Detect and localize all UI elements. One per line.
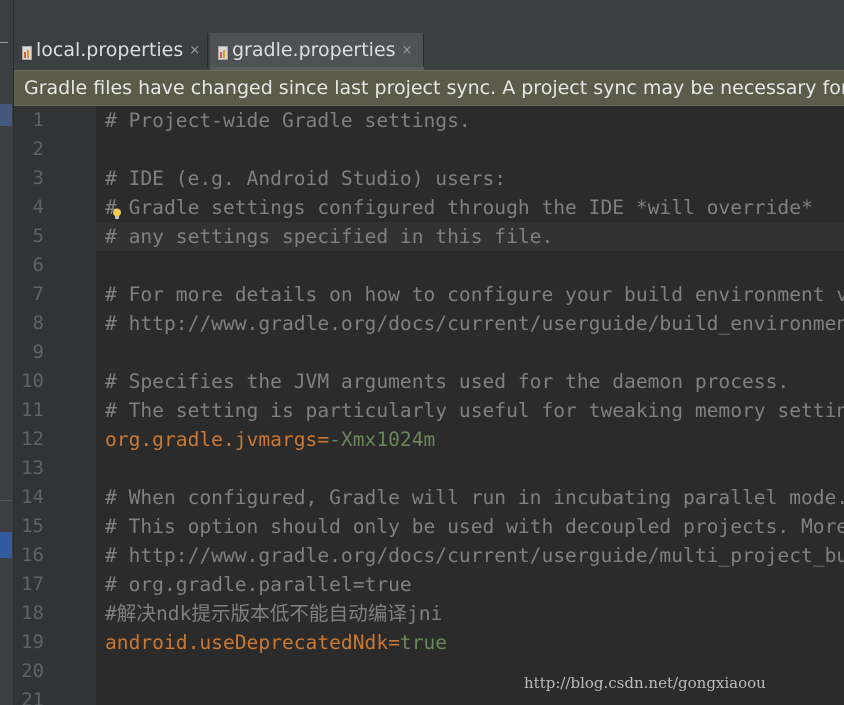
line-number: 21 <box>21 689 44 705</box>
code-line[interactable]: 17 # org.gradle.parallel=true <box>0 570 830 599</box>
code-line[interactable]: 13 <box>0 454 830 483</box>
code-line[interactable]: 16 # http://www.gradle.org/docs/current/u… <box>0 541 844 570</box>
code-text: # org.gradle.parallel=true <box>105 573 412 596</box>
property-value: -Xmx1024m <box>329 428 436 451</box>
line-number: 12 <box>21 428 44 450</box>
line-number: 11 <box>21 399 44 421</box>
code-line[interactable]: 11 # The setting is particularly useful f… <box>0 396 844 425</box>
code-line[interactable]: 4 # Gradle settings configured through th… <box>0 193 830 222</box>
code-line[interactable]: 5 # any settings specified in this file. <box>0 222 844 251</box>
property-key: android.useDeprecatedNdk <box>105 631 389 654</box>
line-number: 16 <box>21 544 44 566</box>
properties-file-icon <box>218 43 228 60</box>
editor-tab-bar: local.properties × gradle.properties × <box>14 0 844 70</box>
code-line[interactable]: 14 # When configured, Gradle will run in … <box>0 483 844 512</box>
code-text: # Specifies the JVM arguments used for t… <box>105 370 790 393</box>
lightbulb-icon[interactable] <box>112 208 122 220</box>
line-number: 3 <box>32 167 44 189</box>
gradle-sync-banner: Gradle files have changed since last pro… <box>14 70 844 106</box>
code-text: # http://www.gradle.org/docs/current/use… <box>105 544 844 567</box>
code-text: # http://www.gradle.org/docs/current/use… <box>105 312 844 335</box>
code-line[interactable]: 6 <box>0 251 830 280</box>
code-text: #解决ndk提示版本低不能自动编译jni <box>105 602 443 625</box>
tab-gradle-properties[interactable]: gradle.properties × <box>210 33 424 67</box>
line-number: 18 <box>21 602 44 624</box>
code-line[interactable]: 12 org.gradle.jvmargs=-Xmx1024m <box>0 425 830 454</box>
property-value: true <box>399 631 448 654</box>
code-line[interactable]: 10 # Specifies the JVM arguments used for… <box>0 367 830 396</box>
tab-label: gradle.properties <box>232 39 396 61</box>
line-number: 9 <box>32 341 44 363</box>
code-line[interactable]: 3 # IDE (e.g. Android Studio) users: <box>0 164 830 193</box>
line-number: 8 <box>32 312 44 334</box>
code-line[interactable]: 1 # Project-wide Gradle settings. <box>0 106 830 135</box>
banner-message: Gradle files have changed since last pro… <box>24 77 844 99</box>
code-text: # When configured, Gradle will run in in… <box>105 486 844 509</box>
code-text: # any settings specified in this file. <box>105 225 554 248</box>
line-number: 20 <box>21 660 44 682</box>
code-line[interactable]: 9 <box>0 338 830 367</box>
code-line[interactable]: 19 android.useDeprecatedNdk=true <box>0 628 830 657</box>
line-number: 13 <box>21 457 44 479</box>
property-equals: = <box>388 631 400 654</box>
line-number: 4 <box>32 196 44 218</box>
close-icon[interactable]: × <box>189 43 200 58</box>
properties-file-icon <box>22 43 32 60</box>
code-line[interactable]: 8 # http://www.gradle.org/docs/current/us… <box>0 309 844 338</box>
ide-window: local.properties × gradle.properties × G… <box>0 0 844 705</box>
code-line[interactable]: 2 <box>0 135 830 164</box>
code-text: # Project-wide Gradle settings. <box>105 109 471 132</box>
tab-label: local.properties <box>36 39 184 61</box>
property-key: org.gradle.jvmargs <box>105 428 318 451</box>
tab-local-properties[interactable]: local.properties × <box>14 33 208 67</box>
strip-marker <box>0 42 8 43</box>
line-number: 10 <box>21 370 44 392</box>
property-equals: = <box>317 428 330 451</box>
line-number: 6 <box>32 254 44 276</box>
code-text: # Gradle settings configured through the… <box>105 196 813 219</box>
code-text: # For more details on how to configure y… <box>105 283 844 306</box>
code-line[interactable]: 7 # For more details on how to configure … <box>0 280 844 309</box>
close-icon[interactable]: × <box>402 43 413 58</box>
watermark: http://blog.csdn.net/gongxiaoou <box>524 674 766 692</box>
code-text: # This option should only be used with d… <box>105 515 844 538</box>
line-number: 1 <box>32 109 44 131</box>
code-text: # The setting is particularly useful for… <box>105 399 844 422</box>
line-number: 19 <box>21 631 44 653</box>
code-line[interactable]: 18 #解决ndk提示版本低不能自动编译jni <box>0 599 830 628</box>
code-text: android.useDeprecatedNdk=true <box>105 628 447 657</box>
line-number: 2 <box>32 138 44 160</box>
line-number: 17 <box>21 573 44 595</box>
line-number: 5 <box>32 225 44 247</box>
code-text: # IDE (e.g. Android Studio) users: <box>105 167 507 190</box>
code-text: org.gradle.jvmargs=-Xmx1024m <box>105 425 435 454</box>
line-number: 15 <box>21 515 44 537</box>
line-number: 7 <box>32 283 44 305</box>
line-number: 14 <box>21 486 44 508</box>
code-line[interactable]: 15 # This option should only be used with… <box>0 512 844 541</box>
